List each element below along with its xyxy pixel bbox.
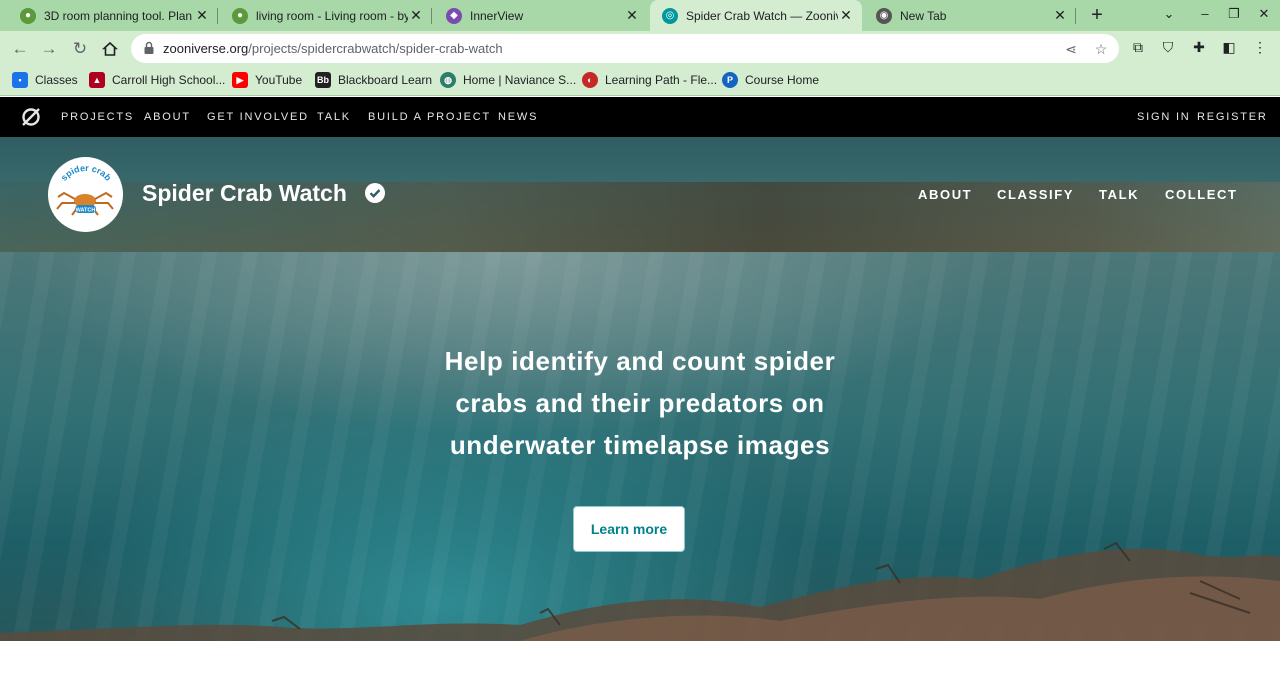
browser-toolbar: ← → ↻ zooniverse.org/projects/spidercrab…: [0, 31, 1280, 66]
tab-separator: [431, 8, 432, 24]
reload-icon[interactable]: ↻: [69, 38, 91, 60]
address-path: /projects/spidercrabwatch/spider-crab-wa…: [248, 41, 503, 56]
bookmark-youtube[interactable]: ▶ YouTube: [232, 72, 302, 88]
tab-separator: [1075, 8, 1076, 24]
tab-favicon-icon: ●: [232, 7, 248, 24]
learn-more-button[interactable]: Learn more: [573, 506, 685, 552]
bookmark-carroll-high[interactable]: ▲ Carroll High School...: [89, 72, 225, 88]
youtube-icon: ▶: [232, 72, 248, 88]
register-link[interactable]: REGISTER: [1197, 111, 1268, 123]
carroll-high-icon: ▲: [89, 72, 105, 88]
bookmark-classes[interactable]: ▪ Classes: [12, 72, 78, 88]
bookmark-label: Classes: [35, 73, 78, 87]
tab-new-tab[interactable]: ◉ New Tab ✕: [864, 0, 1076, 31]
bookmark-blackboard[interactable]: Bb Blackboard Learn: [315, 72, 432, 88]
tab-close-icon[interactable]: ✕: [624, 7, 640, 24]
svg-text:spider crab: spider crab: [59, 163, 114, 183]
course-home-icon: P: [722, 72, 738, 88]
browser-menu-icon[interactable]: ⋮: [1250, 37, 1270, 57]
tab-favicon-icon: ◆: [446, 7, 462, 24]
minimize-icon[interactable]: –: [1195, 6, 1215, 21]
project-header: spider crab WATCH Spider Crab Watch ABOU…: [0, 137, 1280, 252]
tab-separator: [217, 8, 218, 24]
tab-favicon-icon: ◎: [662, 7, 678, 24]
project-title[interactable]: Spider Crab Watch: [142, 180, 347, 207]
zooniverse-logo-icon[interactable]: [20, 106, 42, 128]
zoo-nav-talk[interactable]: TALK: [317, 111, 351, 123]
tab-close-icon[interactable]: ✕: [194, 7, 210, 24]
bookmark-label: Course Home: [745, 73, 820, 87]
project-nav-talk[interactable]: TALK: [1099, 187, 1139, 202]
tab-close-icon[interactable]: ✕: [408, 7, 424, 24]
bookmarks-bar: ▪ Classes ▲ Carroll High School... ▶ You…: [0, 66, 1280, 96]
forward-icon[interactable]: →: [38, 38, 60, 60]
bookmark-star-icon[interactable]: ☆: [1091, 39, 1111, 59]
address-bar[interactable]: zooniverse.org/projects/spidercrabwatch/…: [131, 34, 1119, 63]
bookmark-label: YouTube: [255, 73, 303, 87]
home-icon[interactable]: [99, 38, 121, 60]
sign-in-link[interactable]: SIGN IN: [1137, 111, 1191, 123]
bookmark-learning-path[interactable]: ◐ Learning Path - Fle...: [582, 72, 717, 88]
tab-search-icon[interactable]: ⌄: [1159, 6, 1179, 22]
hero-headline: Help identify and count spider crabs and…: [444, 346, 836, 460]
tab-title: 3D room planning tool. Plan y: [44, 8, 194, 23]
bookmark-label: Learning Path - Fle...: [605, 73, 718, 87]
tab-title: InnerView: [470, 8, 524, 23]
blackboard-icon: Bb: [315, 72, 331, 88]
browser-tab-bar: ● 3D room planning tool. Plan y ✕ ● livi…: [0, 0, 1280, 31]
project-nav-about[interactable]: ABOUT: [918, 187, 972, 202]
tab-title: New Tab: [900, 8, 947, 23]
tab-living-room[interactable]: ● living room - Living room - by ✕: [220, 0, 432, 31]
project-avatar[interactable]: spider crab WATCH: [48, 157, 123, 232]
zoo-nav-news[interactable]: NEWS: [498, 111, 538, 123]
zooniverse-top-bar: PROJECTS ABOUT GET INVOLVED TALK BUILD A…: [0, 97, 1280, 137]
tab-close-icon[interactable]: ✕: [1052, 7, 1068, 24]
lock-icon: [144, 41, 154, 54]
address-domain: zooniverse.org: [163, 41, 249, 56]
project-nav-classify[interactable]: CLASSIFY: [997, 187, 1074, 202]
bookmark-naviance[interactable]: ◍ Home | Naviance S...: [440, 72, 576, 88]
learning-path-icon: ◐: [582, 72, 598, 88]
classes-icon: ▪: [12, 72, 28, 88]
tab-3d-room-planning[interactable]: ● 3D room planning tool. Plan y ✕: [8, 0, 218, 31]
tab-innerview[interactable]: ◆ InnerView ✕: [434, 0, 648, 31]
tab-favicon-icon: ◉: [876, 7, 892, 24]
tab-favicon-icon: ●: [20, 7, 36, 24]
spider-crab-logo-icon: spider crab WATCH: [56, 163, 114, 216]
side-panel-icon[interactable]: ◧: [1219, 37, 1239, 57]
avatar-text-badge: WATCH: [76, 208, 96, 214]
extension-shield-icon[interactable]: ⛉: [1158, 37, 1178, 57]
tab-title: living room - Living room - by: [256, 8, 408, 23]
zoo-nav-build-project[interactable]: BUILD A PROJECT: [368, 111, 491, 123]
zoo-nav-get-involved[interactable]: GET INVOLVED: [207, 111, 309, 123]
naviance-icon: ◍: [440, 72, 456, 88]
tab-spider-crab-watch[interactable]: ◎ Spider Crab Watch — Zooniver ✕: [650, 0, 862, 31]
tab-close-icon[interactable]: ✕: [838, 7, 854, 24]
bookmark-course-home[interactable]: P Course Home: [722, 72, 819, 88]
zoo-nav-projects[interactable]: PROJECTS: [61, 111, 134, 123]
bookmark-label: Blackboard Learn: [338, 73, 433, 87]
bookmark-label: Home | Naviance S...: [463, 73, 577, 87]
bookmark-label: Carroll High School...: [112, 73, 226, 87]
restore-icon[interactable]: ❐: [1224, 6, 1244, 22]
extensions-puzzle-icon[interactable]: ✚: [1189, 37, 1209, 57]
zoo-nav-about[interactable]: ABOUT: [144, 111, 191, 123]
tab-title: Spider Crab Watch — Zooniver: [686, 8, 838, 23]
new-tab-icon[interactable]: +: [1086, 4, 1108, 26]
hero-section: Help identify and count spider crabs and…: [0, 252, 1280, 641]
verified-badge-icon: [365, 183, 385, 203]
project-nav-collect[interactable]: COLLECT: [1165, 187, 1238, 202]
window-close-icon[interactable]: ✕: [1254, 6, 1274, 22]
extension-copy-icon[interactable]: ⧉: [1128, 37, 1148, 57]
avatar-text-top: spider crab: [59, 163, 114, 183]
address-url: zooniverse.org/projects/spidercrabwatch/…: [163, 41, 503, 56]
share-icon[interactable]: ⋖: [1061, 39, 1081, 59]
back-icon[interactable]: ←: [9, 38, 31, 60]
